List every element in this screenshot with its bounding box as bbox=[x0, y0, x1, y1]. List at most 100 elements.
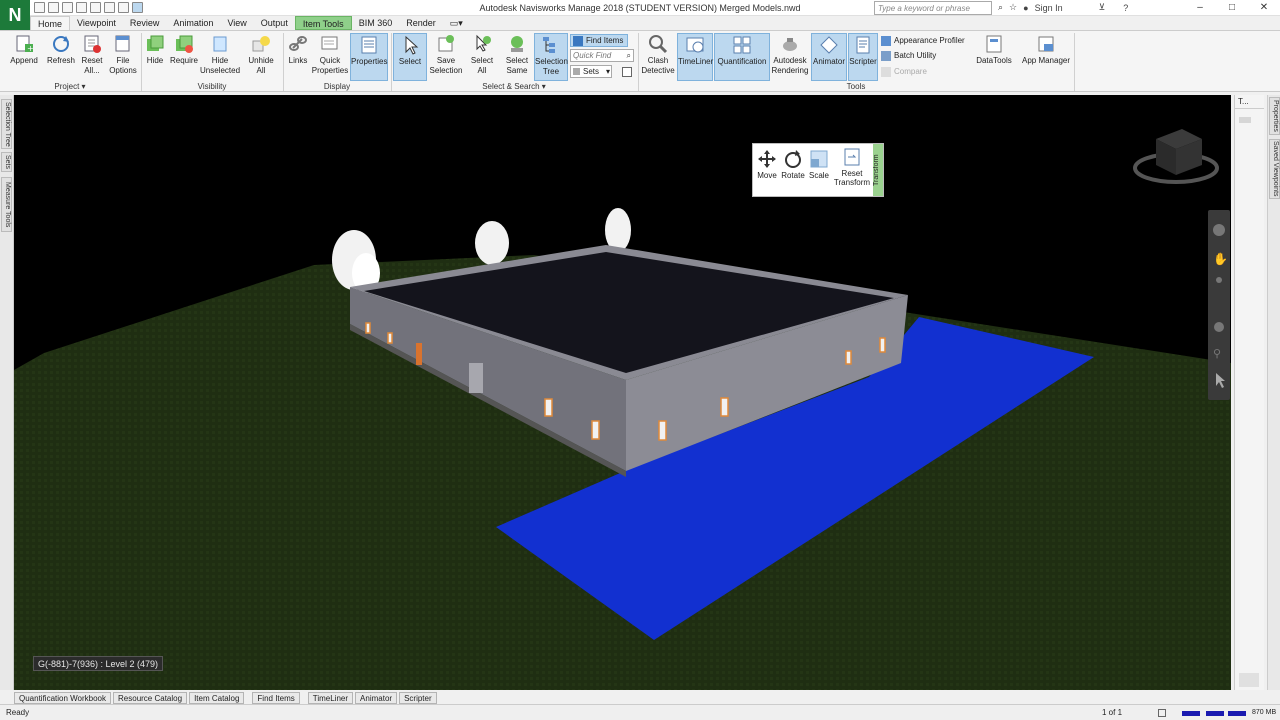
links-icon bbox=[288, 34, 308, 54]
zoom-icon[interactable] bbox=[1216, 277, 1222, 283]
tab-home[interactable]: Home bbox=[30, 16, 71, 30]
reset-transform-icon bbox=[843, 148, 861, 166]
app-manager-button[interactable]: App Manager bbox=[1020, 33, 1072, 81]
sign-in-link[interactable]: Sign In bbox=[1035, 3, 1063, 13]
hide-button[interactable]: Hide bbox=[143, 33, 167, 81]
select-cursor-icon[interactable] bbox=[1216, 373, 1225, 388]
tab-selection-tree[interactable]: Selection Tree bbox=[1, 99, 12, 149]
close-button[interactable]: ✕ bbox=[1248, 0, 1280, 16]
star-icon[interactable]: ☆ bbox=[1009, 2, 1017, 13]
move-button[interactable]: Move bbox=[756, 150, 778, 180]
quantification-icon bbox=[732, 35, 752, 55]
coordinate-readout: G(-881)-7(936) : Level 2 (479) bbox=[33, 656, 164, 671]
tab-timeliner[interactable]: TimeLiner bbox=[307, 692, 354, 704]
tab-output[interactable]: Output bbox=[254, 16, 295, 30]
reset-all-icon bbox=[82, 34, 102, 54]
links-button[interactable]: Links bbox=[285, 33, 311, 81]
batch-utility-button[interactable]: Batch Utility bbox=[881, 49, 971, 62]
group-label-project[interactable]: Project ▾ bbox=[0, 81, 140, 92]
selection-tree-button[interactable]: Selection Tree bbox=[534, 33, 568, 81]
maximize-button[interactable]: □ bbox=[1216, 0, 1248, 16]
append-button[interactable]: + Append bbox=[6, 33, 42, 81]
bottom-dock-tabs: Quantification Workbook Resource Catalog… bbox=[14, 692, 437, 704]
sets-dropdown[interactable]: Sets ▾ bbox=[570, 65, 612, 78]
window-controls: – □ ✕ bbox=[1184, 0, 1280, 16]
tab-find-items[interactable]: Find Items bbox=[252, 692, 300, 704]
properties-button[interactable]: Properties bbox=[350, 33, 388, 81]
clash-detective-button[interactable]: Clash Detective bbox=[640, 33, 676, 81]
tab-view[interactable]: View bbox=[220, 16, 253, 30]
group-label-select-search[interactable]: Select & Search ▾ bbox=[391, 81, 637, 92]
compare-button[interactable]: Compare bbox=[881, 65, 971, 78]
tab-render[interactable]: Render bbox=[399, 16, 443, 30]
timeliner-button[interactable]: TimeLiner bbox=[677, 33, 713, 81]
autodesk-rendering-button[interactable]: Autodesk Rendering bbox=[771, 33, 809, 81]
tab-item-tools[interactable]: Item Tools bbox=[294, 16, 352, 30]
hide-unselected-button[interactable]: Hide Unselected bbox=[200, 33, 240, 81]
reset-transform-button[interactable]: Reset Transform bbox=[832, 148, 872, 187]
rendering-teapot-icon bbox=[780, 34, 800, 54]
reset-all-button[interactable]: Reset All... bbox=[79, 33, 105, 81]
find-items-button[interactable]: Find Items bbox=[570, 34, 628, 47]
steering-wheel-icon[interactable] bbox=[1213, 224, 1225, 236]
scrollbar-thumb[interactable] bbox=[1239, 117, 1251, 123]
ribbon-tabs: Home Viewpoint Review Animation View Out… bbox=[30, 16, 470, 30]
tab-animator[interactable]: Animator bbox=[355, 692, 398, 704]
orbit-icon[interactable] bbox=[1214, 322, 1224, 332]
select-all-icon bbox=[472, 34, 492, 54]
binoculars-icon[interactable]: ⌕ bbox=[627, 49, 631, 62]
save-selection-button[interactable]: Save Selection bbox=[428, 33, 464, 81]
right-panel-header[interactable]: T... bbox=[1235, 95, 1264, 109]
file-options-button[interactable]: File Options bbox=[106, 33, 140, 81]
appearance-profiler-button[interactable]: Appearance Profiler bbox=[881, 34, 971, 47]
require-button[interactable]: Require bbox=[168, 33, 200, 81]
scene-viewport[interactable]: G(-881)-7(936) : Level 2 (479) bbox=[14, 95, 1231, 690]
help-search-input[interactable]: Type a keyword or phrase bbox=[874, 1, 992, 15]
tab-scripter[interactable]: Scripter bbox=[399, 692, 437, 704]
tab-sets[interactable]: Sets bbox=[1, 152, 12, 172]
datatools-button[interactable]: DataTools bbox=[976, 33, 1012, 81]
group-label-tools: Tools bbox=[846, 82, 866, 91]
help-icon[interactable]: ? bbox=[1123, 3, 1128, 13]
unhide-all-button[interactable]: Unhide All bbox=[246, 33, 276, 81]
sheet-browser-icon[interactable] bbox=[1158, 709, 1166, 717]
tab-item-catalog[interactable]: Item Catalog bbox=[189, 692, 245, 704]
user-icon[interactable]: ● bbox=[1023, 3, 1028, 13]
tab-viewpoint[interactable]: Viewpoint bbox=[70, 16, 123, 30]
walk-icon[interactable]: ⚲ bbox=[1213, 347, 1221, 360]
tab-resource-catalog[interactable]: Resource Catalog bbox=[113, 692, 188, 704]
tab-quantification-workbook[interactable]: Quantification Workbook bbox=[14, 692, 112, 704]
quick-properties-button[interactable]: Quick Properties bbox=[311, 33, 349, 81]
pan-hand-icon[interactable]: ✋ bbox=[1213, 252, 1228, 266]
quantification-button[interactable]: Quantification bbox=[714, 33, 770, 81]
refresh-button[interactable]: Refresh bbox=[44, 33, 78, 81]
ribbon-options-icon[interactable]: ▭▾ bbox=[443, 16, 470, 30]
app-menu-button[interactable]: N bbox=[0, 0, 30, 30]
sets-icon bbox=[573, 68, 580, 75]
rotate-button[interactable]: Rotate bbox=[781, 150, 805, 180]
file-options-icon bbox=[113, 34, 133, 54]
tab-animation[interactable]: Animation bbox=[166, 16, 220, 30]
group-label-display: Display bbox=[323, 82, 351, 91]
tab-measure-tools[interactable]: Measure Tools bbox=[1, 177, 12, 232]
tab-bim-360[interactable]: BIM 360 bbox=[352, 16, 400, 30]
binoculars-icon[interactable]: ⌕ bbox=[998, 2, 1003, 13]
select-button[interactable]: Select bbox=[393, 33, 427, 81]
memory-usage: 870 MB bbox=[1252, 709, 1277, 716]
scripter-button[interactable]: Scripter bbox=[848, 33, 878, 81]
animator-button[interactable]: Animator bbox=[811, 33, 847, 81]
transform-panel-label[interactable]: Transform bbox=[873, 144, 883, 196]
tab-saved-viewpoints[interactable]: Saved Viewpoints bbox=[1269, 139, 1280, 199]
select-all-button[interactable]: Select All bbox=[466, 33, 498, 81]
view-cube[interactable] bbox=[1133, 129, 1219, 184]
minimize-button[interactable]: – bbox=[1184, 0, 1216, 16]
tab-review[interactable]: Review bbox=[123, 16, 167, 30]
scale-button[interactable]: Scale bbox=[808, 150, 830, 180]
quick-find-input[interactable]: Quick Find ⌕ bbox=[570, 49, 634, 62]
cart-icon[interactable]: ⊻ bbox=[1099, 2, 1106, 13]
scrollbar-thumb[interactable] bbox=[1239, 673, 1259, 687]
manage-sets-icon[interactable] bbox=[622, 65, 634, 78]
select-same-button[interactable]: Select Same bbox=[500, 33, 534, 81]
door bbox=[416, 343, 422, 365]
tab-properties[interactable]: Properties bbox=[1269, 97, 1280, 135]
